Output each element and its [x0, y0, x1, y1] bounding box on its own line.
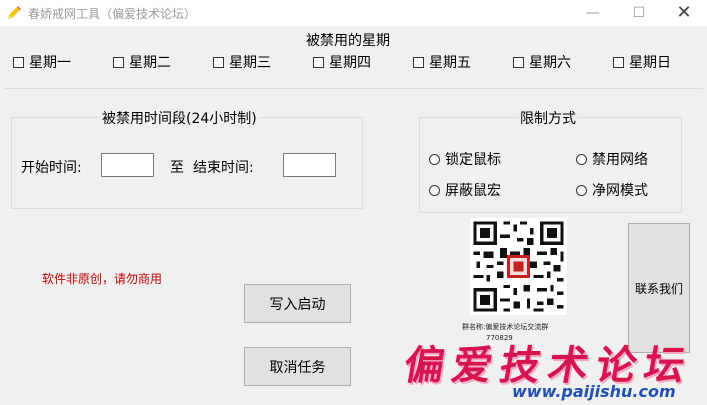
- maximize-button[interactable]: ☐: [616, 0, 662, 26]
- checkbox-box[interactable]: [613, 56, 624, 68]
- radio-circle[interactable]: [429, 153, 440, 165]
- checkbox-box[interactable]: [413, 56, 424, 68]
- weekday-label: 星期日: [629, 55, 671, 71]
- clean-network-mode-radio[interactable]: 净网模式: [576, 180, 648, 200]
- radio-circle[interactable]: [576, 184, 587, 196]
- cancel-task-button[interactable]: 取消任务: [244, 347, 351, 386]
- start-time-input[interactable]: [101, 153, 154, 177]
- lock-mouse-radio[interactable]: 锁定鼠标: [429, 149, 501, 169]
- radio-label: 锁定鼠标: [445, 152, 501, 168]
- weekday-label: 星期二: [129, 55, 171, 71]
- qr-code-image: [470, 218, 567, 315]
- qr-caption: 群名称:偏爱技术论坛交流群: [462, 323, 549, 331]
- radio-circle[interactable]: [429, 184, 440, 196]
- checkbox-box[interactable]: [513, 56, 524, 68]
- divider: [4, 88, 703, 89]
- time-range-title: 被禁用时间段(24小时制): [100, 108, 259, 128]
- weekday-wed-checkbox[interactable]: 星期三: [213, 52, 271, 72]
- checkbox-box[interactable]: [213, 56, 224, 68]
- write-startup-button[interactable]: 写入启动: [244, 284, 351, 323]
- watermark-url: www.paijishu.com: [512, 382, 676, 401]
- checkbox-box[interactable]: [13, 56, 24, 68]
- end-time-label: 结束时间:: [193, 160, 254, 176]
- checkbox-box[interactable]: [113, 56, 124, 68]
- to-label: 至: [170, 160, 184, 176]
- start-time-label: 开始时间:: [21, 160, 82, 176]
- restriction-title: 限制方式: [518, 108, 578, 128]
- weekday-tue-checkbox[interactable]: 星期二: [113, 52, 171, 72]
- close-button[interactable]: ✕: [661, 0, 707, 26]
- weekdays-title: 被禁用的星期: [306, 33, 390, 49]
- title-bar[interactable]: 春娇戒网工具（偏爱技术论坛） — ☐ ✕: [0, 0, 707, 26]
- radio-label: 屏蔽鼠宏: [445, 183, 501, 199]
- block-mouse-macro-radio[interactable]: 屏蔽鼠宏: [429, 180, 501, 200]
- window-title: 春娇戒网工具（偏爱技术论坛）: [28, 7, 197, 21]
- weekday-label: 星期六: [529, 55, 571, 71]
- disable-network-radio[interactable]: 禁用网络: [576, 149, 648, 169]
- radio-label: 禁用网络: [592, 152, 648, 168]
- minimize-button[interactable]: —: [570, 0, 616, 26]
- weekday-sun-checkbox[interactable]: 星期日: [613, 52, 671, 72]
- end-time-input[interactable]: [283, 153, 336, 177]
- checkbox-box[interactable]: [313, 56, 324, 68]
- weekday-label: 星期四: [329, 55, 371, 71]
- weekday-thu-checkbox[interactable]: 星期四: [313, 52, 371, 72]
- weekday-mon-checkbox[interactable]: 星期一: [13, 52, 71, 72]
- weekday-label: 星期五: [429, 55, 471, 71]
- radio-label: 净网模式: [592, 183, 648, 199]
- weekday-label: 星期三: [229, 55, 271, 71]
- weekday-label: 星期一: [29, 55, 71, 71]
- notice-text: 软件非原创，请勿商用: [42, 272, 163, 286]
- radio-circle[interactable]: [576, 153, 587, 165]
- weekday-fri-checkbox[interactable]: 星期五: [413, 52, 471, 72]
- weekday-sat-checkbox[interactable]: 星期六: [513, 52, 571, 72]
- pencil-icon: [8, 6, 21, 19]
